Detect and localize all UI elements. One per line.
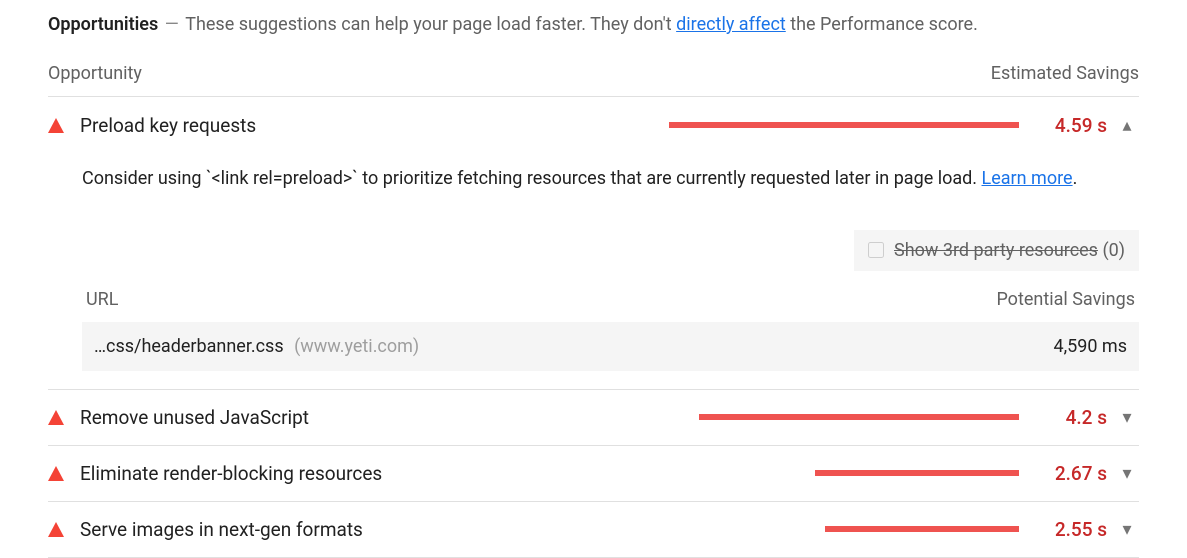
opportunities-intro: Opportunities — These suggestions can he… bbox=[48, 14, 1139, 35]
savings-bar-zone bbox=[629, 470, 1019, 476]
url-origin: (www.yeti.com) bbox=[294, 336, 419, 357]
opportunity-description: Consider using `<link rel=preload>` to p… bbox=[82, 165, 1139, 194]
savings-bar-zone bbox=[629, 414, 1019, 420]
third-party-row: Show 3rd party resources (0) bbox=[82, 230, 1139, 271]
learn-more-link[interactable]: Learn more bbox=[982, 168, 1073, 189]
opportunities-header-row: Opportunity Estimated Savings bbox=[48, 63, 1139, 97]
chevron-down-icon[interactable]: ▾ bbox=[1115, 519, 1139, 540]
savings-bar bbox=[825, 526, 1019, 532]
third-party-count: (0) bbox=[1098, 240, 1125, 261]
fail-triangle-icon bbox=[48, 410, 64, 425]
opportunity-row[interactable]: Remove unused JavaScript 4.2 s ▾ bbox=[48, 390, 1139, 446]
savings-bar bbox=[669, 122, 1019, 128]
savings-value: 2.55 s bbox=[1031, 518, 1107, 541]
opportunity-row[interactable]: Eliminate render-blocking resources 2.67… bbox=[48, 446, 1139, 502]
chevron-down-icon[interactable]: ▾ bbox=[1115, 407, 1139, 428]
detail-subheader: URL Potential Savings bbox=[82, 281, 1139, 322]
intro-dash: — bbox=[160, 14, 183, 35]
opportunity-detail: Consider using `<link rel=preload>` to p… bbox=[48, 153, 1139, 371]
intro-lead: These suggestions can help your page loa… bbox=[185, 14, 676, 35]
savings-bar-zone bbox=[629, 526, 1019, 532]
opportunity-title: Remove unused JavaScript bbox=[80, 406, 629, 429]
col-estimated-savings: Estimated Savings bbox=[991, 63, 1139, 84]
fail-triangle-icon bbox=[48, 118, 64, 133]
savings-bar bbox=[815, 470, 1019, 476]
savings-value: 4.59 s bbox=[1031, 114, 1107, 137]
third-party-checkbox[interactable] bbox=[868, 242, 884, 258]
opportunities-heading: Opportunities bbox=[48, 14, 158, 35]
savings-bar-zone bbox=[629, 122, 1019, 128]
savings-value: 2.67 s bbox=[1031, 462, 1107, 485]
detail-period: . bbox=[1073, 168, 1078, 189]
detail-text: Consider using `<link rel=preload>` to p… bbox=[82, 168, 982, 189]
opportunity-title: Serve images in next-gen formats bbox=[80, 518, 629, 541]
col-opportunity: Opportunity bbox=[48, 63, 142, 84]
url-path: …css/headerbanner.css bbox=[94, 336, 284, 357]
opportunity-section-0: Preload key requests 4.59 s ▴ Consider u… bbox=[48, 97, 1139, 390]
savings-value: 4.2 s bbox=[1031, 406, 1107, 429]
url-saving: 4,590 ms bbox=[1053, 336, 1127, 357]
opportunity-title: Eliminate render-blocking resources bbox=[80, 462, 629, 485]
subcol-url: URL bbox=[86, 289, 118, 310]
directly-affect-link[interactable]: directly affect bbox=[676, 14, 786, 35]
opportunity-row[interactable]: Preload key requests 4.59 s ▴ bbox=[48, 97, 1139, 153]
fail-triangle-icon bbox=[48, 522, 64, 537]
third-party-toggle[interactable]: Show 3rd party resources (0) bbox=[854, 230, 1139, 271]
fail-triangle-icon bbox=[48, 466, 64, 481]
savings-bar bbox=[699, 414, 1019, 420]
opportunity-title: Preload key requests bbox=[80, 114, 629, 137]
third-party-label: Show 3rd party resources bbox=[894, 240, 1098, 261]
url-row: …css/headerbanner.css (www.yeti.com) 4,5… bbox=[82, 322, 1139, 371]
opportunity-row[interactable]: Serve images in next-gen formats 2.55 s … bbox=[48, 502, 1139, 558]
chevron-up-icon[interactable]: ▴ bbox=[1115, 115, 1139, 136]
subcol-potential: Potential Savings bbox=[996, 289, 1135, 310]
intro-tail: the Performance score. bbox=[786, 14, 978, 35]
chevron-down-icon[interactable]: ▾ bbox=[1115, 463, 1139, 484]
